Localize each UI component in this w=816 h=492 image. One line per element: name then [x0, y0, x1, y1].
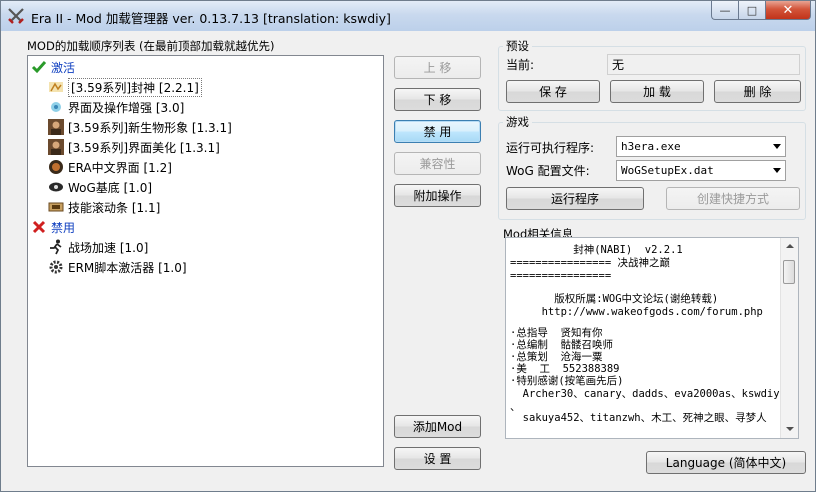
- interface-icon: [51, 102, 61, 112]
- executable-label: 运行可执行程序:: [506, 141, 595, 155]
- run-program-button[interactable]: 运行程序: [506, 187, 644, 210]
- chevron-down-icon: [773, 168, 781, 173]
- info-line: 封神(NABI) v2.2.1: [510, 244, 683, 256]
- info-line: sakuya452、titanzwh、木工、死神之眼、寻梦人: [510, 412, 767, 424]
- active-group-label: 激活: [51, 60, 76, 75]
- preset-group-label: 预设: [503, 38, 532, 54]
- mod-manager-window: Era II - Mod 加载管理器 ver. 0.13.7.13 [trans…: [0, 0, 816, 492]
- portrait-icon: [48, 139, 64, 155]
- feng-shen-icon: [49, 82, 63, 92]
- move-up-button[interactable]: 上 移: [394, 56, 481, 79]
- mod-label: 战场加速 [1.0]: [68, 240, 149, 255]
- move-down-button[interactable]: 下 移: [394, 88, 481, 111]
- list-item[interactable]: WoG基底 [1.0]: [48, 178, 152, 196]
- compatibility-button[interactable]: 兼容性: [394, 152, 481, 175]
- list-item[interactable]: [3.59系列]封神 [2.2.1]: [48, 77, 202, 97]
- era-icon: [49, 160, 63, 174]
- create-shortcut-button[interactable]: 创建快捷方式: [666, 187, 800, 210]
- info-line: ·特别感谢(按笔画先后): [510, 375, 624, 387]
- current-preset-value: 无: [612, 58, 625, 72]
- list-item[interactable]: ERA中文界面 [1.2]: [48, 158, 172, 176]
- crossed-swords-icon: [8, 8, 24, 24]
- mod-label: [3.59系列]新生物形象 [1.3.1]: [68, 120, 232, 135]
- info-line: ================ 决战神之巅: [510, 257, 670, 269]
- list-item[interactable]: ERM脚本激活器 [1.0]: [48, 258, 187, 276]
- mod-label: [3.59系列]界面美化 [1.3.1]: [68, 140, 220, 155]
- mod-label: WoG基底 [1.0]: [68, 180, 153, 195]
- add-mod-button[interactable]: 添加Mod: [394, 415, 481, 438]
- maximize-button[interactable]: □: [738, 1, 765, 20]
- list-item[interactable]: 战场加速 [1.0]: [48, 238, 148, 256]
- info-line: Archer30、canary、dadds、eva2000as、kswdiy: [510, 388, 780, 400]
- mod-label: 技能滚动条 [1.1]: [68, 200, 161, 215]
- window-title: Era II - Mod 加载管理器 ver. 0.13.7.13 [trans…: [31, 11, 391, 26]
- title-bar[interactable]: Era II - Mod 加载管理器 ver. 0.13.7.13 [trans…: [1, 1, 815, 31]
- info-line: 版权所属:WOG中文论坛(谢绝转载): [510, 293, 719, 305]
- load-preset-button[interactable]: 加 载: [610, 80, 704, 103]
- window-controls: — □ ✕: [711, 1, 811, 21]
- extra-operations-button[interactable]: 附加操作: [394, 184, 481, 207]
- minimize-button[interactable]: —: [711, 1, 738, 20]
- game-group-label: 游戏: [503, 114, 532, 130]
- wog-config-value: WoGSetupEx.dat: [621, 164, 714, 177]
- current-preset-label: 当前:: [506, 58, 535, 72]
- info-scrollbar[interactable]: [780, 238, 798, 438]
- mod-label: 界面及操作增强 [3.0]: [68, 100, 185, 115]
- active-group[interactable]: 激活: [31, 58, 75, 76]
- delete-preset-button[interactable]: 删 除: [714, 80, 801, 103]
- wog-config-select[interactable]: WoGSetupEx.dat: [616, 160, 786, 181]
- disabled-group[interactable]: 禁用: [31, 218, 75, 236]
- scroll-thumb[interactable]: [783, 260, 795, 284]
- mod-label: ERA中文界面 [1.2]: [68, 160, 172, 175]
- wog-icon: [49, 182, 63, 192]
- mod-label: ERM脚本激活器 [1.0]: [68, 260, 187, 275]
- list-item[interactable]: 界面及操作增强 [3.0]: [48, 98, 184, 116]
- scrollbar-icon: [48, 202, 64, 212]
- disabled-group-label: 禁用: [51, 220, 76, 235]
- chevron-down-icon: [773, 144, 781, 149]
- executable-value: h3era.exe: [621, 140, 681, 153]
- info-line: http://www.wakeofgods.com/forum.php: [510, 306, 763, 318]
- list-item[interactable]: [3.59系列]界面美化 [1.3.1]: [48, 138, 220, 156]
- mod-info-text[interactable]: 封神(NABI) v2.2.1 ================ 决战神之巅 =…: [505, 237, 799, 439]
- close-button[interactable]: ✕: [765, 1, 811, 20]
- info-line: ================: [510, 270, 612, 282]
- gear-icon: [49, 260, 63, 274]
- runner-icon: [50, 239, 62, 255]
- list-item[interactable]: [3.59系列]新生物形象 [1.3.1]: [48, 118, 232, 136]
- check-icon: [31, 61, 47, 74]
- mod-list-label: MOD的加载顺序列表 (在最前顶部加载就越优先): [27, 39, 275, 53]
- language-button[interactable]: Language (简体中文): [646, 451, 806, 474]
- portrait-icon: [48, 119, 64, 135]
- mod-list[interactable]: 激活 [3.59系列]封神 [2.2.1] 界面及操作增强 [3.0] [3.5…: [27, 55, 384, 467]
- list-item[interactable]: 技能滚动条 [1.1]: [48, 198, 160, 216]
- cross-icon: [32, 220, 46, 234]
- current-preset-field: 无: [607, 54, 800, 75]
- mod-label-selected: [3.59系列]封神 [2.2.1]: [68, 77, 202, 97]
- scroll-up-icon[interactable]: [781, 238, 798, 255]
- disable-button[interactable]: 禁 用: [394, 120, 481, 143]
- settings-button[interactable]: 设 置: [394, 447, 481, 470]
- wog-config-label: WoG 配置文件:: [506, 164, 590, 178]
- scroll-down-icon[interactable]: [781, 421, 798, 438]
- executable-select[interactable]: h3era.exe: [616, 136, 786, 157]
- save-preset-button[interactable]: 保 存: [506, 80, 600, 103]
